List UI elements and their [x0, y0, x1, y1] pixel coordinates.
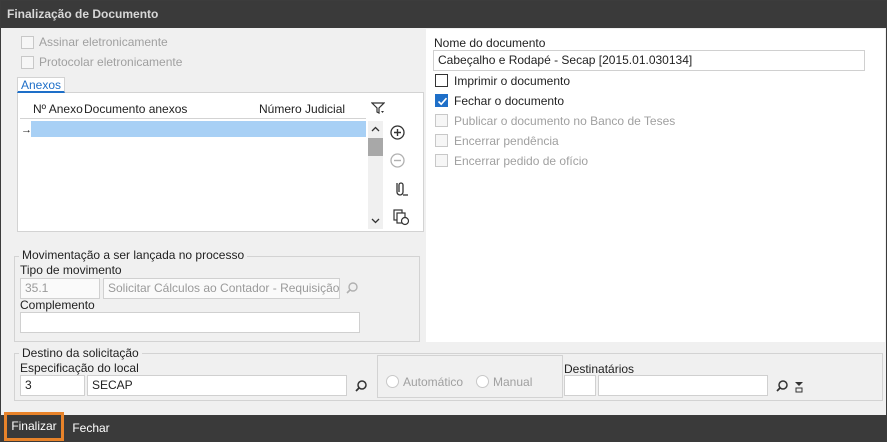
- encerrar-pedido-checkbox[interactable]: [435, 154, 448, 167]
- col-documento-anexos[interactable]: Documento anexos: [84, 102, 187, 116]
- automatico-radio[interactable]: [386, 375, 399, 388]
- publicar-label: Publicar o documento no Banco de Teses: [454, 114, 676, 128]
- encerrar-pedido-label: Encerrar pedido de ofício: [454, 154, 589, 168]
- tipo-movimento-code-field[interactable]: 35.1: [20, 278, 100, 299]
- destino-legend: Destino da solicitação: [19, 346, 142, 360]
- publicar-checkbox[interactable]: [435, 114, 448, 127]
- fechar-button[interactable]: Fechar: [69, 415, 113, 442]
- automatico-label: Automático: [403, 375, 464, 389]
- col-numero-judicial[interactable]: Número Judicial: [259, 102, 345, 116]
- chevron-up-icon[interactable]: [368, 121, 383, 136]
- nome-documento-field[interactable]: Cabeçalho e Rodapé - Secap [2015.01.0301…: [433, 50, 865, 71]
- add-anexo-button[interactable]: [389, 124, 406, 141]
- search-icon: [354, 379, 367, 392]
- plus-circle-icon: [390, 125, 405, 140]
- complemento-label: Complemento: [20, 298, 95, 312]
- remove-anexo-button[interactable]: [389, 152, 406, 169]
- grid-scrollbar[interactable]: [368, 121, 383, 229]
- row-indicator: →: [21, 124, 32, 136]
- local-code-field[interactable]: 3: [20, 375, 85, 396]
- dropdown-icon[interactable]: [793, 377, 805, 394]
- grid-header-divider: [20, 118, 366, 119]
- manual-radio[interactable]: [476, 375, 489, 388]
- destinatarios-code-field[interactable]: [564, 375, 596, 396]
- assinar-checkbox[interactable]: [21, 36, 34, 49]
- scrollbar-thumb[interactable]: [368, 138, 383, 156]
- window-title: Finalização de Documento: [1, 1, 886, 28]
- imprimir-label: Imprimir o documento: [454, 74, 571, 88]
- copy-attachment-icon[interactable]: [391, 207, 411, 227]
- encerrar-pendencia-checkbox[interactable]: [435, 134, 448, 147]
- fechar-documento-label: Fechar o documento: [454, 94, 565, 108]
- local-name-field[interactable]: SECAP: [87, 375, 347, 396]
- search-icon[interactable]: [344, 280, 360, 296]
- encerrar-pendencia-label: Encerrar pendência: [454, 134, 559, 148]
- movimentacao-legend: Movimentação a ser lançada no processo: [19, 248, 248, 262]
- manual-label: Manual: [493, 375, 533, 389]
- filter-icon[interactable]: [370, 100, 386, 116]
- col-n-anexo[interactable]: Nº Anexo: [33, 102, 83, 116]
- complemento-field[interactable]: [20, 312, 360, 333]
- especificacao-local-label: Especificação do local: [20, 361, 139, 375]
- chevron-down-icon[interactable]: [368, 213, 383, 228]
- destinatarios-search-button[interactable]: [773, 377, 790, 394]
- check-icon: [437, 97, 448, 106]
- finalizacao-dialog: Finalização de Documento Assinar eletron…: [0, 0, 887, 442]
- protocolar-checkbox[interactable]: [21, 56, 34, 69]
- finalizar-button[interactable]: Finalizar: [4, 412, 64, 441]
- tipo-movimento-label: Tipo de movimento: [20, 263, 122, 277]
- footer-bar: [1, 415, 886, 442]
- assinar-label: Assinar eletronicamente: [39, 35, 168, 49]
- tipo-movimento-desc-field[interactable]: Solicitar Cálculos ao Contador - Requisi…: [103, 278, 340, 299]
- nome-documento-label: Nome do documento: [434, 36, 546, 50]
- destinatarios-label: Destinatários: [564, 362, 635, 376]
- tab-anexos[interactable]: Anexos: [17, 77, 66, 93]
- table-row[interactable]: [31, 121, 366, 137]
- fechar-documento-checkbox[interactable]: [435, 94, 448, 107]
- attach-icon[interactable]: [391, 179, 411, 199]
- search-icon: [775, 379, 788, 392]
- minus-circle-icon: [390, 153, 405, 168]
- protocolar-label: Protocolar eletronicamente: [39, 55, 183, 69]
- imprimir-checkbox[interactable]: [435, 74, 448, 87]
- local-search-button[interactable]: [352, 377, 369, 394]
- destinatarios-name-field[interactable]: [598, 375, 768, 396]
